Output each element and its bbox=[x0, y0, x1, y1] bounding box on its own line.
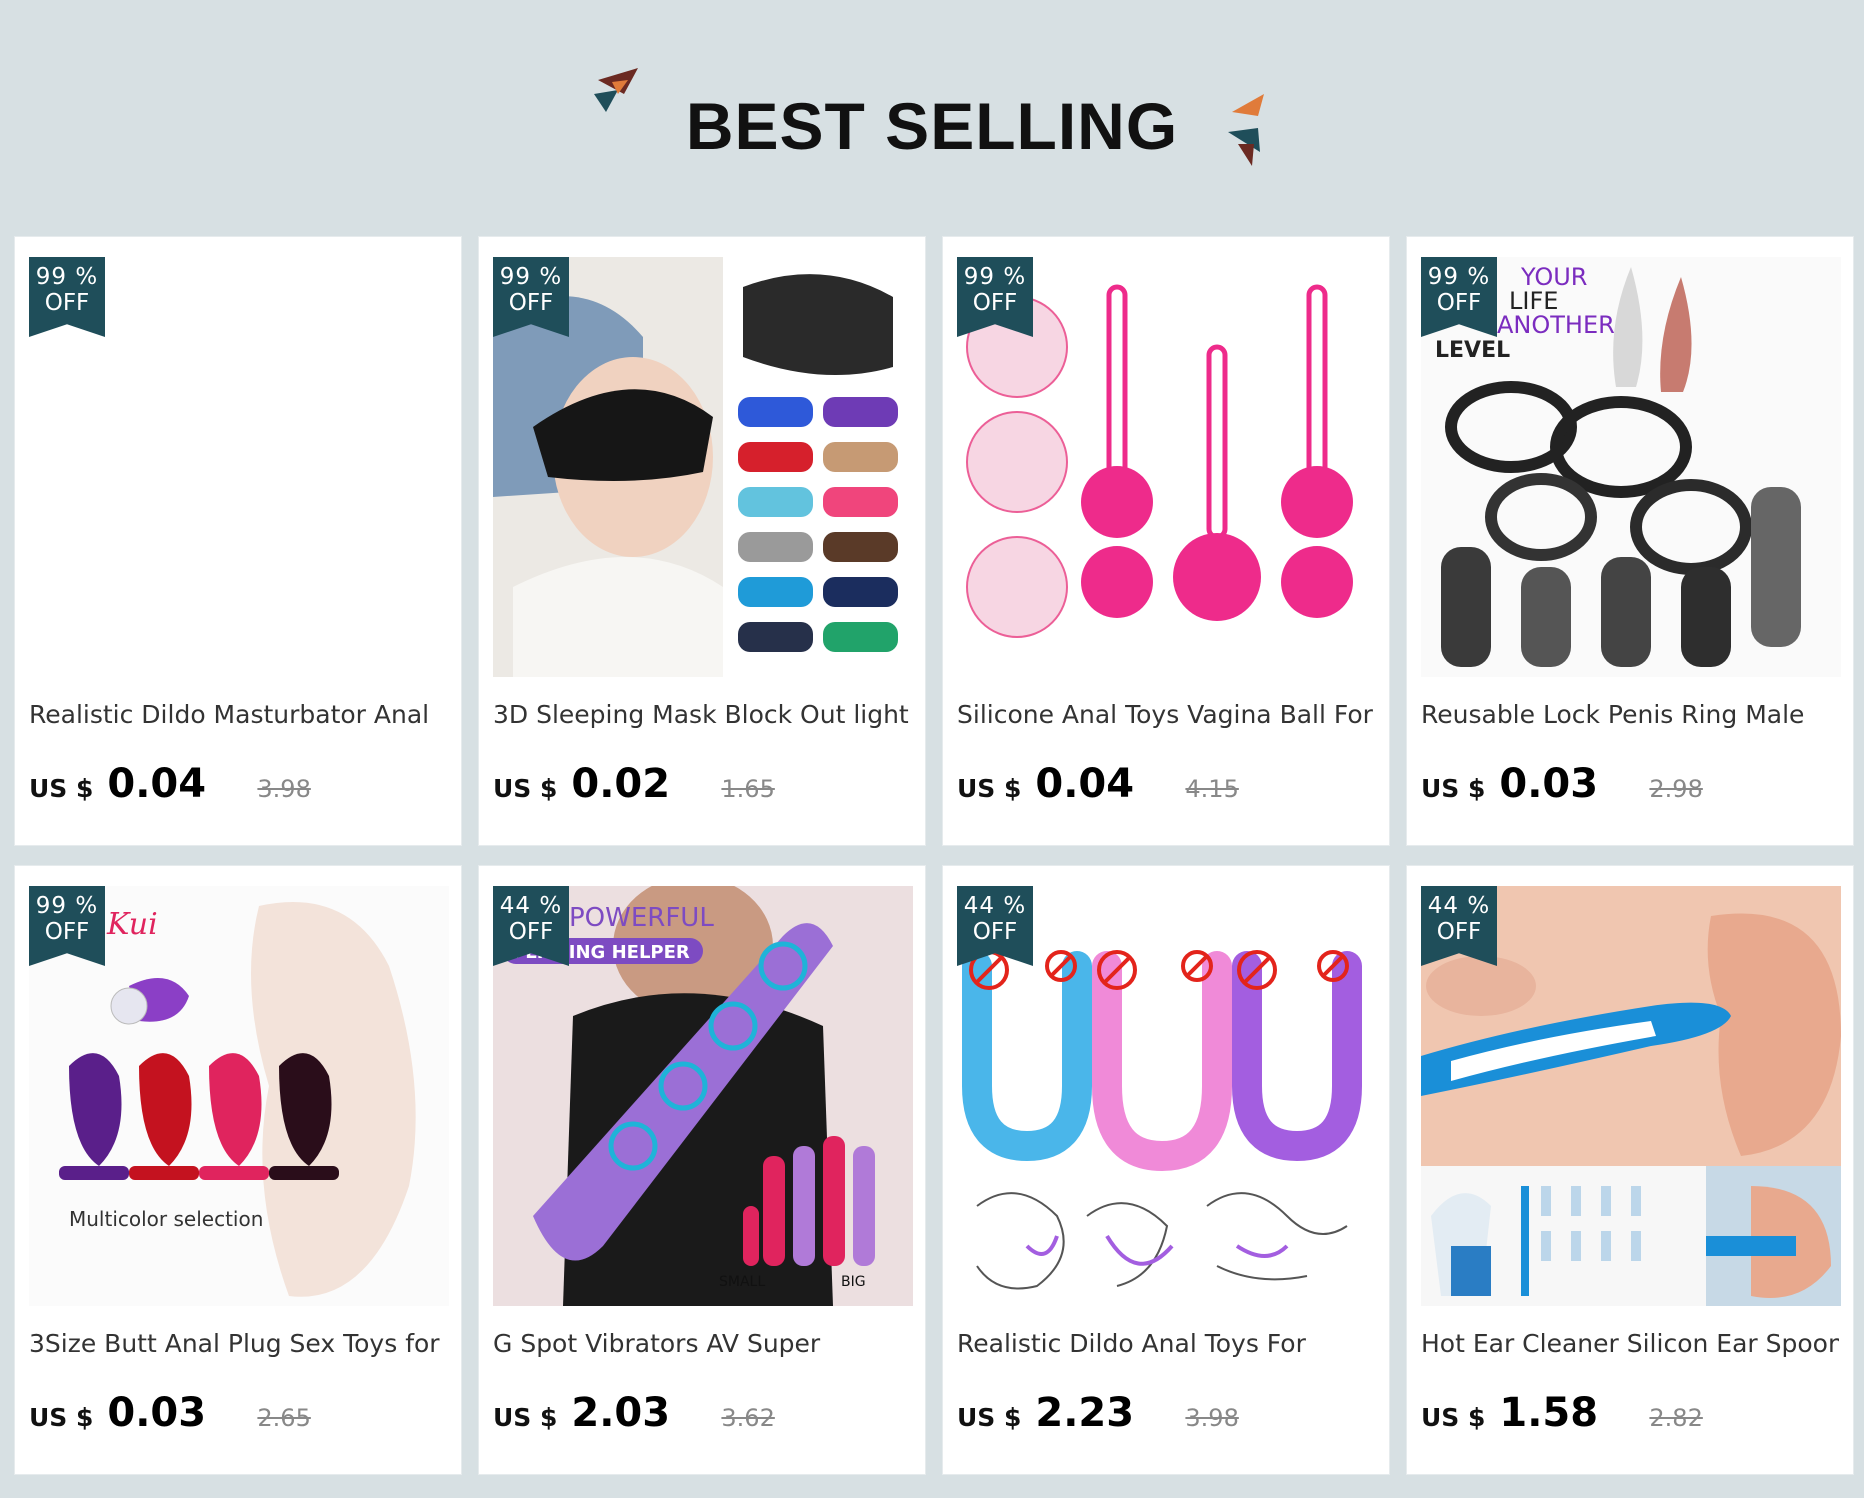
vibrator-text-small: SMALL bbox=[719, 1274, 765, 1290]
product-name[interactable]: Reusable Lock Penis Ring Male bbox=[1421, 699, 1839, 731]
currency-label: US $ bbox=[957, 774, 1022, 803]
product-image[interactable]: 99 % OFF bbox=[957, 257, 1377, 677]
product-name[interactable]: G Spot Vibrators AV Super bbox=[493, 1328, 911, 1360]
discount-badge: 99 % OFF bbox=[29, 257, 105, 337]
currency-label: US $ bbox=[1421, 1403, 1486, 1432]
product-name[interactable]: Realistic Dildo Masturbator Anal bbox=[29, 699, 447, 731]
product-card[interactable]: 44 % OFF Hot Ear Cleaner Silicon Ear Spo… bbox=[1406, 865, 1854, 1475]
product-name[interactable]: 3Size Butt Anal Plug Sex Toys for bbox=[29, 1328, 447, 1360]
discount-percent: 99 % bbox=[35, 893, 99, 919]
vibrator-text-powerful: POWERFUL bbox=[569, 903, 714, 933]
price-row: US $ 0.04 4.15 bbox=[957, 761, 1375, 807]
product-image[interactable]: 99 % OFF bbox=[29, 257, 449, 677]
original-price: 1.65 bbox=[721, 775, 775, 803]
sale-price: 0.02 bbox=[571, 761, 671, 807]
price-row: US $ 0.02 1.65 bbox=[493, 761, 911, 807]
section-title: BEST SELLING bbox=[685, 89, 1179, 163]
product-image[interactable]: Kui Multicolor selection 99 % OFF bbox=[29, 886, 449, 1306]
product-image[interactable]: 44 % OFF bbox=[957, 886, 1377, 1306]
plugs-text-caption: Multicolor selection bbox=[69, 1207, 263, 1231]
price-row: US $ 1.58 2.82 bbox=[1421, 1390, 1839, 1436]
currency-label: US $ bbox=[29, 774, 94, 803]
discount-off-label: OFF bbox=[972, 919, 1018, 945]
discount-percent: 99 % bbox=[499, 264, 563, 290]
product-card[interactable]: 44 % OFF Realistic Dildo Anal Toys For U… bbox=[942, 865, 1390, 1475]
sale-price: 0.03 bbox=[1499, 761, 1599, 807]
currency-label: US $ bbox=[1421, 774, 1486, 803]
discount-off-label: OFF bbox=[508, 290, 554, 316]
sale-price: 0.04 bbox=[107, 761, 207, 807]
rings-text-another: ANOTHER bbox=[1497, 311, 1615, 339]
product-card[interactable]: 99 % OFF Realistic Dildo Masturbator Ana… bbox=[14, 236, 462, 846]
section-header: BEST SELLING bbox=[0, 0, 1864, 236]
discount-percent: 44 % bbox=[963, 893, 1027, 919]
currency-label: US $ bbox=[493, 774, 558, 803]
discount-percent: 99 % bbox=[35, 264, 99, 290]
discount-percent: 44 % bbox=[499, 893, 563, 919]
original-price: 3.62 bbox=[721, 1404, 775, 1432]
discount-off-label: OFF bbox=[44, 290, 90, 316]
plugs-text-brand: Kui bbox=[106, 907, 158, 942]
discount-percent: 44 % bbox=[1427, 893, 1491, 919]
discount-off-label: OFF bbox=[1436, 290, 1482, 316]
price-row: US $ 2.23 3.98 bbox=[957, 1390, 1375, 1436]
sale-price: 0.03 bbox=[107, 1390, 207, 1436]
currency-label: US $ bbox=[957, 1403, 1022, 1432]
discount-off-label: OFF bbox=[44, 919, 90, 945]
original-price: 3.98 bbox=[1185, 1404, 1239, 1432]
original-price: 2.98 bbox=[1649, 775, 1703, 803]
discount-off-label: OFF bbox=[972, 290, 1018, 316]
price-row: US $ 0.03 2.98 bbox=[1421, 761, 1839, 807]
original-price: 2.65 bbox=[257, 1404, 311, 1432]
product-card[interactable]: YOUR LIFE ANOTHER LEVEL 99 % OFF Reusabl… bbox=[1406, 236, 1854, 846]
original-price: 3.98 bbox=[257, 775, 311, 803]
product-image[interactable]: YOUR LIFE ANOTHER LEVEL 99 % OFF bbox=[1421, 257, 1841, 677]
discount-percent: 99 % bbox=[1427, 264, 1491, 290]
product-grid: 99 % OFF Realistic Dildo Masturbator Ana… bbox=[14, 236, 1854, 1475]
discount-percent: 99 % bbox=[963, 264, 1027, 290]
product-name[interactable]: Realistic Dildo Anal Toys For bbox=[957, 1328, 1375, 1360]
product-image[interactable]: POWERFUL FLIRTING HELPER SMALL BIG 44 % … bbox=[493, 886, 913, 1306]
decorative-triangles-right-icon bbox=[1228, 94, 1264, 166]
product-image[interactable]: 99 % OFF bbox=[493, 257, 913, 677]
original-price: 4.15 bbox=[1185, 775, 1239, 803]
original-price: 2.82 bbox=[1649, 1404, 1703, 1432]
discount-off-label: OFF bbox=[1436, 919, 1482, 945]
sale-price: 2.03 bbox=[571, 1390, 671, 1436]
rings-text-level: LEVEL bbox=[1435, 338, 1510, 363]
product-card[interactable]: Kui Multicolor selection 99 % OFF 3Size … bbox=[14, 865, 462, 1475]
price-row: US $ 2.03 3.62 bbox=[493, 1390, 911, 1436]
product-image[interactable]: 44 % OFF bbox=[1421, 886, 1841, 1306]
discount-off-label: OFF bbox=[508, 919, 554, 945]
sale-price: 2.23 bbox=[1035, 1390, 1135, 1436]
product-card[interactable]: 99 % OFF Silicone Anal Toys Vagina Ball … bbox=[942, 236, 1390, 846]
sale-price: 0.04 bbox=[1035, 761, 1135, 807]
vibrator-text-big: BIG bbox=[841, 1274, 866, 1290]
product-name[interactable]: Silicone Anal Toys Vagina Ball For bbox=[957, 699, 1375, 731]
product-card[interactable]: POWERFUL FLIRTING HELPER SMALL BIG 44 % … bbox=[478, 865, 926, 1475]
currency-label: US $ bbox=[493, 1403, 558, 1432]
sale-price: 1.58 bbox=[1499, 1390, 1599, 1436]
price-row: US $ 0.03 2.65 bbox=[29, 1390, 447, 1436]
product-name[interactable]: Hot Ear Cleaner Silicon Ear Spoon bbox=[1421, 1328, 1839, 1360]
product-card[interactable]: 99 % OFF 3D Sleeping Mask Block Out ligh… bbox=[478, 236, 926, 846]
currency-label: US $ bbox=[29, 1403, 94, 1432]
product-name[interactable]: 3D Sleeping Mask Block Out light bbox=[493, 699, 911, 731]
price-row: US $ 0.04 3.98 bbox=[29, 761, 447, 807]
